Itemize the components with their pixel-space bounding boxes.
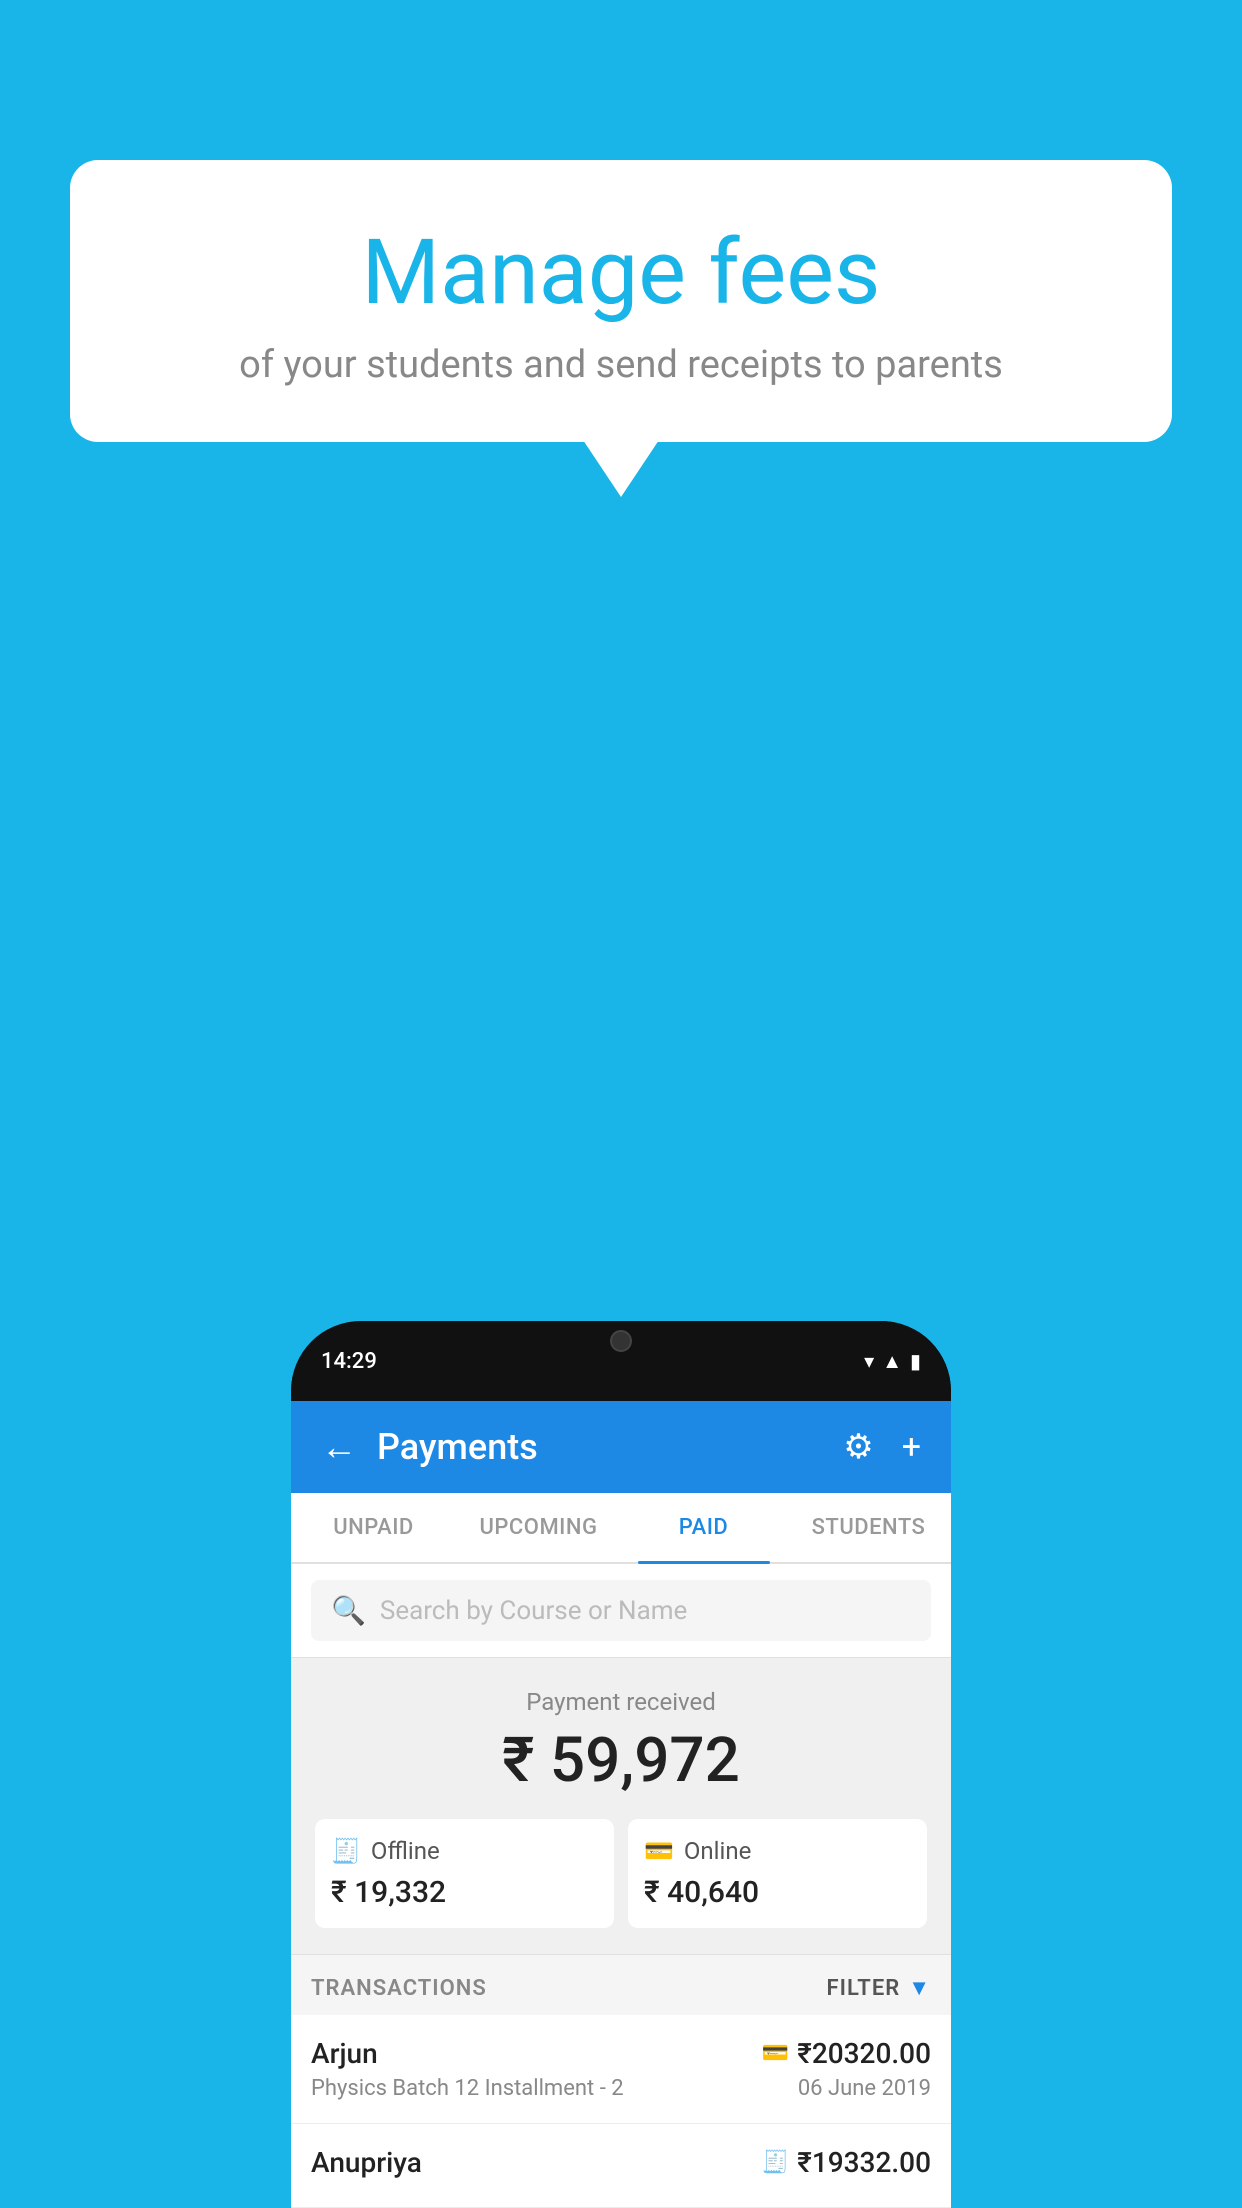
transaction-course-1: Physics Batch 12 Installment - 2 bbox=[311, 2076, 624, 2101]
offline-payment-badge-icon: 🧾 bbox=[762, 2150, 789, 2175]
payment-total-amount: ₹ 59,972 bbox=[311, 1724, 931, 1797]
transactions-header: TRANSACTIONS FILTER ▼ bbox=[291, 1955, 951, 2015]
online-payment-card: 💳 Online ₹ 40,640 bbox=[628, 1819, 927, 1928]
transactions-label: TRANSACTIONS bbox=[311, 1976, 487, 2001]
phone-notch bbox=[556, 1321, 686, 1361]
offline-card-header: 🧾 Offline bbox=[331, 1837, 598, 1865]
transaction-name-2: Anupriya bbox=[311, 2146, 422, 2179]
offline-payment-card: 🧾 Offline ₹ 19,332 bbox=[315, 1819, 614, 1928]
transaction-main-1: Arjun 💳 ₹20320.00 bbox=[311, 2037, 931, 2070]
signal-bars-icon: ▲ bbox=[882, 1349, 902, 1374]
phone-screen: ← Payments ⚙ + UNPAID UPCOMING PAID STUD… bbox=[291, 1401, 951, 2208]
search-bar[interactable]: 🔍 Search by Course or Name bbox=[311, 1580, 931, 1641]
bubble-subtitle: of your students and send receipts to pa… bbox=[120, 343, 1122, 387]
table-row[interactable]: Arjun 💳 ₹20320.00 Physics Batch 12 Insta… bbox=[291, 2015, 951, 2124]
header-left: ← Payments bbox=[321, 1426, 538, 1468]
status-icons: ▾ ▲ ▮ bbox=[864, 1349, 921, 1374]
transaction-amount-wrapper-2: 🧾 ₹19332.00 bbox=[762, 2146, 931, 2179]
payment-summary: Payment received ₹ 59,972 🧾 Offline ₹ 19… bbox=[291, 1658, 951, 1955]
transaction-date-1: 06 June 2019 bbox=[798, 2076, 931, 2101]
battery-icon: ▮ bbox=[910, 1349, 921, 1373]
offline-payment-icon: 🧾 bbox=[331, 1837, 361, 1865]
offline-amount: ₹ 19,332 bbox=[331, 1875, 598, 1910]
transaction-name-1: Arjun bbox=[311, 2037, 378, 2070]
filter-icon: ▼ bbox=[908, 1975, 931, 2001]
online-label: Online bbox=[684, 1837, 751, 1865]
payment-cards: 🧾 Offline ₹ 19,332 💳 Online ₹ 40,640 bbox=[311, 1819, 931, 1928]
table-row[interactable]: Anupriya 🧾 ₹19332.00 bbox=[291, 2124, 951, 2208]
phone-camera bbox=[610, 1330, 632, 1352]
back-button[interactable]: ← bbox=[321, 1426, 357, 1468]
app-header: ← Payments ⚙ + bbox=[291, 1401, 951, 1493]
phone-frame: 14:29 ▾ ▲ ▮ ← Payments ⚙ + UNPAID UPCOMI… bbox=[291, 1321, 951, 2208]
payment-received-label: Payment received bbox=[311, 1688, 931, 1716]
status-time: 14:29 bbox=[321, 1349, 377, 1374]
online-amount: ₹ 40,640 bbox=[644, 1875, 911, 1910]
header-right: ⚙ + bbox=[843, 1427, 921, 1467]
search-input[interactable]: Search by Course or Name bbox=[380, 1596, 687, 1626]
transaction-amount-wrapper-1: 💳 ₹20320.00 bbox=[762, 2037, 931, 2070]
search-container: 🔍 Search by Course or Name bbox=[291, 1564, 951, 1658]
filter-button[interactable]: FILTER ▼ bbox=[827, 1975, 931, 2001]
online-card-header: 💳 Online bbox=[644, 1837, 911, 1865]
tabs-bar: UNPAID UPCOMING PAID STUDENTS bbox=[291, 1493, 951, 1564]
bubble-title: Manage fees bbox=[120, 220, 1122, 325]
transaction-main-2: Anupriya 🧾 ₹19332.00 bbox=[311, 2146, 931, 2179]
filter-label: FILTER bbox=[827, 1976, 901, 2001]
transaction-amount-1: ₹20320.00 bbox=[797, 2037, 931, 2070]
settings-button[interactable]: ⚙ bbox=[843, 1427, 873, 1467]
speech-bubble: Manage fees of your students and send re… bbox=[70, 160, 1172, 442]
tab-paid[interactable]: PAID bbox=[621, 1493, 786, 1562]
online-payment-icon: 💳 bbox=[644, 1837, 674, 1865]
add-button[interactable]: + bbox=[902, 1427, 921, 1467]
wifi-icon: ▾ bbox=[864, 1349, 874, 1373]
transaction-amount-2: ₹19332.00 bbox=[797, 2146, 931, 2179]
transaction-sub-1: Physics Batch 12 Installment - 2 06 June… bbox=[311, 2076, 931, 2101]
tab-unpaid[interactable]: UNPAID bbox=[291, 1493, 456, 1562]
offline-label: Offline bbox=[371, 1837, 440, 1865]
page-title: Payments bbox=[377, 1426, 538, 1468]
tab-students[interactable]: STUDENTS bbox=[786, 1493, 951, 1562]
phone-status-bar: 14:29 ▾ ▲ ▮ bbox=[291, 1321, 951, 1401]
online-payment-badge-icon: 💳 bbox=[762, 2041, 789, 2066]
search-icon: 🔍 bbox=[331, 1594, 366, 1627]
tab-upcoming[interactable]: UPCOMING bbox=[456, 1493, 621, 1562]
